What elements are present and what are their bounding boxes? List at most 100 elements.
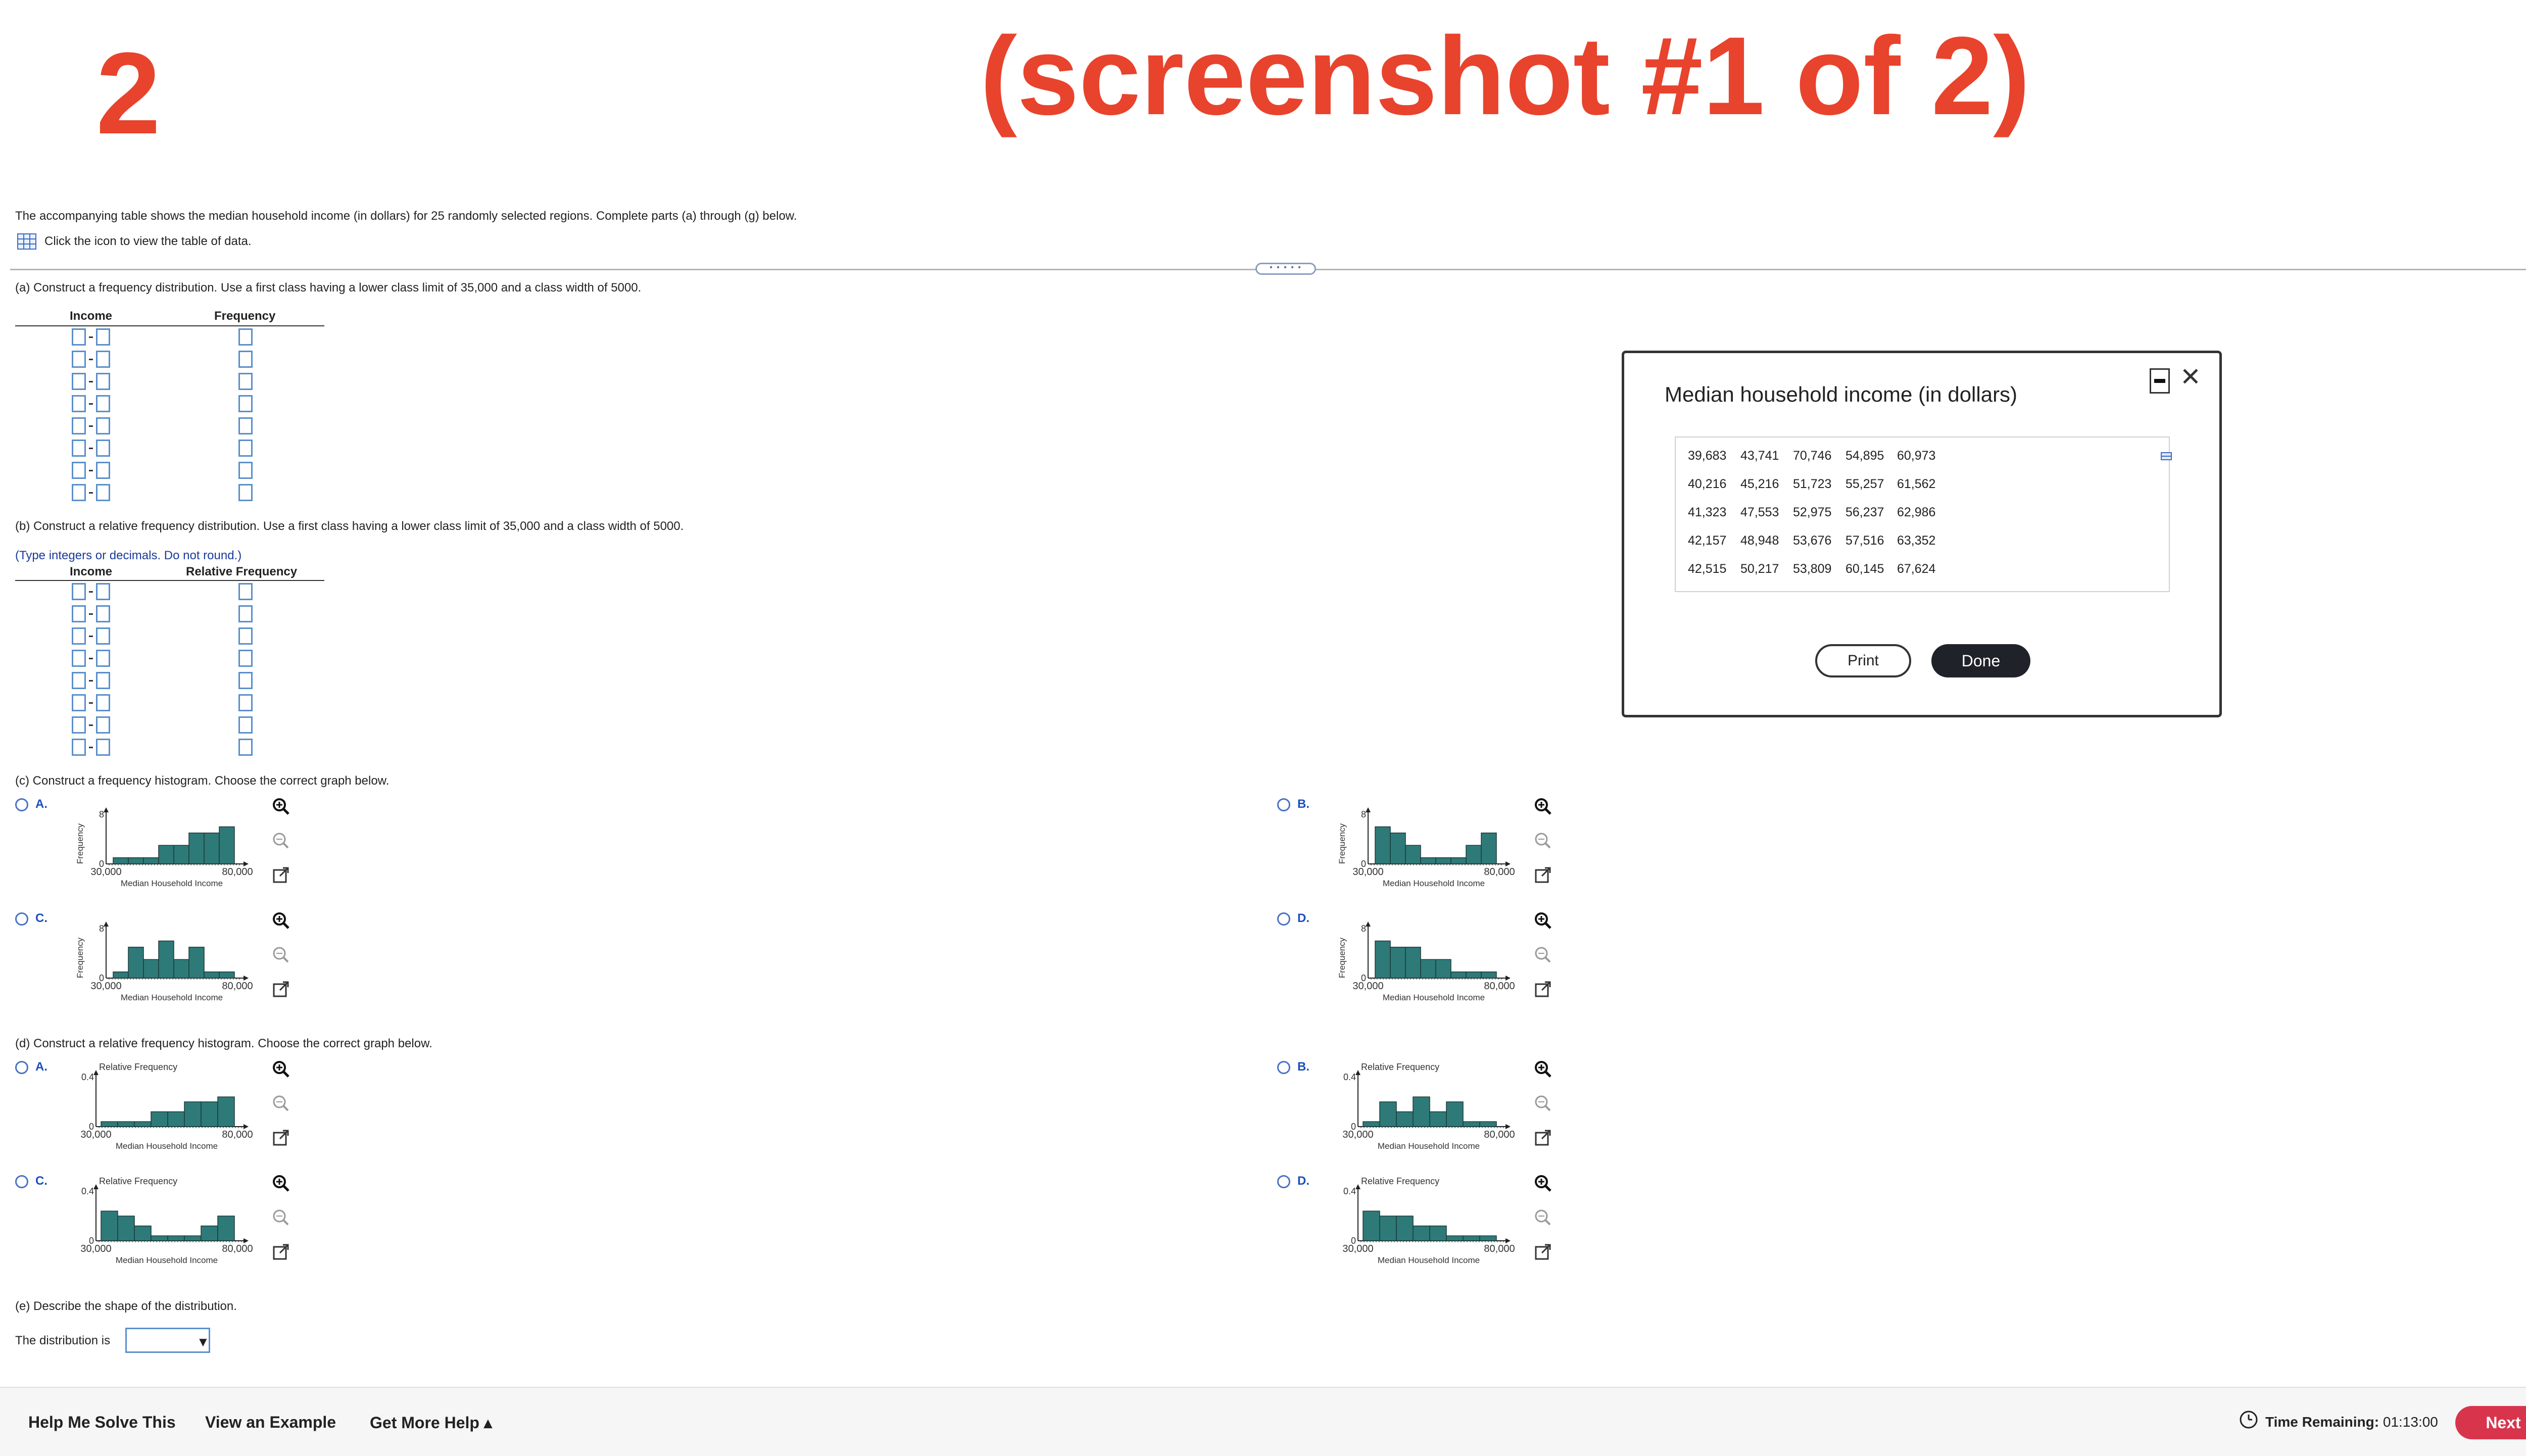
class-upper-limit-input[interactable]	[96, 716, 110, 734]
frequency-input[interactable]	[238, 373, 253, 390]
frequency-input[interactable]	[238, 351, 253, 368]
minimize-button[interactable]	[2150, 368, 2170, 394]
class-upper-limit-input[interactable]	[96, 417, 110, 434]
open-external-icon[interactable]	[1533, 979, 1553, 999]
open-external-icon[interactable]	[1533, 865, 1553, 885]
frequency-input[interactable]	[238, 395, 253, 412]
class-upper-limit-input[interactable]	[96, 650, 110, 667]
frequency-input[interactable]	[238, 694, 253, 711]
class-upper-limit-input[interactable]	[96, 462, 110, 479]
class-upper-limit-input[interactable]	[96, 605, 110, 622]
open-external-icon[interactable]	[271, 979, 291, 999]
zoom-in-icon[interactable]	[1533, 796, 1553, 816]
open-external-icon[interactable]	[271, 1242, 291, 1262]
frequency-input[interactable]	[238, 672, 253, 689]
class-upper-limit-input[interactable]	[96, 395, 110, 412]
open-external-icon[interactable]	[1533, 1128, 1553, 1148]
open-external-icon[interactable]	[271, 1128, 291, 1148]
frequency-input[interactable]	[238, 650, 253, 667]
copy-data-icon[interactable]	[2161, 452, 2172, 460]
zoom-in-icon[interactable]	[1533, 1173, 1553, 1193]
class-upper-limit-input[interactable]	[96, 440, 110, 457]
class-lower-limit-input[interactable]	[72, 694, 86, 711]
part_d-option-c-radio[interactable]	[15, 1175, 28, 1188]
class-lower-limit-input[interactable]	[72, 440, 86, 457]
part_d-option-d-radio[interactable]	[1277, 1175, 1290, 1188]
zoom-in-icon[interactable]	[1533, 1059, 1553, 1079]
class-lower-limit-input[interactable]	[72, 672, 86, 689]
done-button[interactable]: Done	[1931, 644, 2030, 677]
part_c-option-c-radio[interactable]	[15, 912, 28, 926]
next-button[interactable]: Next	[2455, 1406, 2526, 1439]
frequency-input[interactable]	[238, 417, 253, 434]
class-lower-limit-input[interactable]	[72, 650, 86, 667]
zoom-out-icon[interactable]	[1533, 945, 1553, 965]
class-upper-limit-input[interactable]	[96, 672, 110, 689]
zoom-in-icon[interactable]	[271, 1173, 291, 1193]
class-lower-limit-input[interactable]	[72, 627, 86, 645]
zoom-in-icon[interactable]	[271, 796, 291, 816]
zoom-in-icon[interactable]	[271, 1059, 291, 1079]
class-upper-limit-input[interactable]	[96, 373, 110, 390]
histogram-bar	[1420, 959, 1436, 979]
class-lower-limit-input[interactable]	[72, 462, 86, 479]
part_d-option-b-radio[interactable]	[1277, 1061, 1290, 1074]
view-example-link[interactable]: View an Example	[205, 1413, 336, 1432]
close-button[interactable]: ✕	[2180, 364, 2201, 390]
zoom-out-icon[interactable]	[271, 945, 291, 965]
pane-resize-handle[interactable]: • • • • •	[1255, 263, 1316, 275]
zoom-in-icon[interactable]	[271, 910, 291, 931]
shape-select[interactable]: ▼	[125, 1328, 210, 1353]
zoom-in-icon[interactable]	[1533, 910, 1553, 931]
open-external-icon[interactable]	[1533, 1242, 1553, 1262]
part_c-option-a-radio[interactable]	[15, 798, 28, 811]
class-lower-limit-input[interactable]	[72, 739, 86, 756]
class-lower-limit-input[interactable]	[72, 373, 86, 390]
frequency-input[interactable]	[238, 716, 253, 734]
frequency-input[interactable]	[238, 462, 253, 479]
data-table-link[interactable]: Click the icon to view the table of data…	[44, 234, 252, 249]
part_c-option-b-radio[interactable]	[1277, 798, 1290, 811]
zoom-out-icon[interactable]	[271, 831, 291, 851]
frequency-input[interactable]	[238, 484, 253, 501]
frequency-input[interactable]	[238, 440, 253, 457]
zoom-out-icon[interactable]	[271, 1093, 291, 1113]
class-lower-limit-input[interactable]	[72, 328, 86, 346]
frequency-input[interactable]	[238, 739, 253, 756]
frequency-input[interactable]	[238, 583, 253, 600]
frequency-input[interactable]	[238, 627, 253, 645]
print-button[interactable]: Print	[1815, 644, 1911, 677]
part-b-prompt: (b) Construct a relative frequency distr…	[15, 519, 684, 533]
get-more-help-link[interactable]: Get More Help ▴	[370, 1413, 492, 1432]
class-lower-limit-input[interactable]	[72, 351, 86, 368]
class-upper-limit-input[interactable]	[96, 739, 110, 756]
histogram-bar	[113, 857, 129, 864]
histogram-bar	[188, 833, 205, 864]
histogram-bar	[1396, 1216, 1414, 1241]
part_d-option-a-radio[interactable]	[15, 1061, 28, 1074]
class-lower-limit-input[interactable]	[72, 583, 86, 600]
zoom-out-icon[interactable]	[1533, 1207, 1553, 1228]
data-table-icon[interactable]	[17, 233, 36, 250]
x-tick-right: 80,000	[222, 1243, 253, 1254]
class-upper-limit-input[interactable]	[96, 583, 110, 600]
open-external-icon[interactable]	[271, 865, 291, 885]
class-upper-limit-input[interactable]	[96, 328, 110, 346]
class-upper-limit-input[interactable]	[96, 627, 110, 645]
part_c-option-d-radio[interactable]	[1277, 912, 1290, 926]
class-lower-limit-input[interactable]	[72, 605, 86, 622]
class-upper-limit-input[interactable]	[96, 351, 110, 368]
class-lower-limit-input[interactable]	[72, 484, 86, 501]
frequency-input[interactable]	[238, 605, 253, 622]
class-upper-limit-input[interactable]	[96, 484, 110, 501]
range-dash	[89, 658, 93, 659]
help-me-solve-link[interactable]: Help Me Solve This	[28, 1413, 176, 1432]
class-upper-limit-input[interactable]	[96, 694, 110, 711]
zoom-out-icon[interactable]	[1533, 1093, 1553, 1113]
zoom-out-icon[interactable]	[1533, 831, 1553, 851]
zoom-out-icon[interactable]	[271, 1207, 291, 1228]
frequency-input[interactable]	[238, 328, 253, 346]
class-lower-limit-input[interactable]	[72, 395, 86, 412]
class-lower-limit-input[interactable]	[72, 417, 86, 434]
class-lower-limit-input[interactable]	[72, 716, 86, 734]
